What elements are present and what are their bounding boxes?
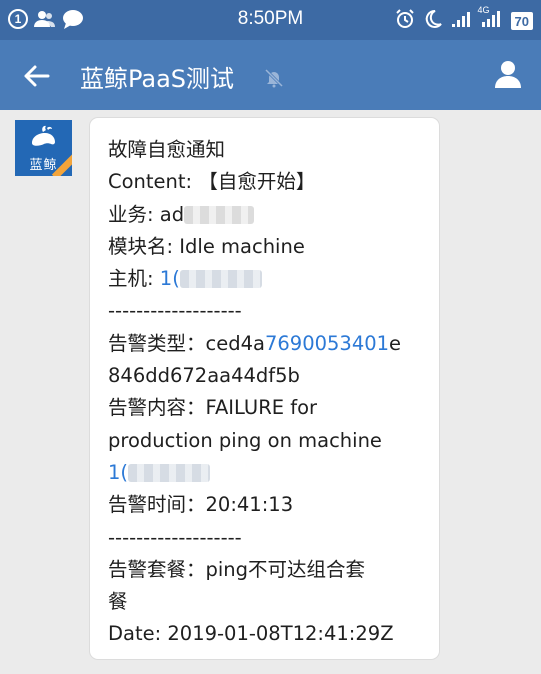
alarm-package-label: 告警套餐： — [108, 557, 206, 581]
alarm-package-line2: 餐 — [108, 590, 128, 614]
profile-icon — [495, 61, 521, 88]
alarm-time-line: 告警时间：20:41:13 — [108, 489, 438, 521]
host-link[interactable]: 1( — [160, 267, 180, 290]
back-arrow-icon — [24, 65, 50, 87]
app-bar: 蓝鲸PaaS测试 — [0, 40, 541, 110]
alarm-package-line: 告警套餐：ping不可达组合套 — [108, 554, 438, 586]
alarm-type-prefix: ced4a — [205, 331, 265, 355]
alarm-time-label: 告警时间： — [108, 493, 206, 517]
message-text: 故障自愈通知 Content: 【自愈开始】 业务: ad 模块名: Idle … — [108, 134, 438, 651]
back-button[interactable] — [20, 60, 52, 92]
alarm-icon — [395, 9, 415, 33]
mute-bell-icon — [264, 68, 284, 88]
business-label: 业务: — [108, 202, 160, 226]
module-label: 模块名: — [108, 234, 180, 258]
battery-level: 70 — [514, 13, 529, 29]
whale-icon — [32, 125, 55, 146]
alarm-type-line2: 846dd672aa44df5b — [108, 364, 300, 388]
content-label: Content: — [108, 170, 199, 194]
network-type-label: 4G — [477, 5, 490, 15]
alarm-content-value: FAILURE for — [205, 396, 318, 420]
alarm-type-label: 告警类型： — [108, 331, 206, 355]
module-value: Idle machine — [179, 234, 305, 258]
alarm-content-line2: production ping on machine — [108, 428, 382, 452]
alarm-type-line: 告警类型：ced4a7690053401e — [108, 328, 438, 360]
moon-icon — [423, 9, 443, 33]
page-title: 蓝鲸PaaS测试 — [80, 65, 235, 93]
host-label: 主机: — [108, 267, 160, 291]
message-title: 故障自愈通知 — [108, 138, 226, 161]
status-bar: 1 8:50PM 4G 70 — [0, 0, 541, 40]
content-line: Content: 【自愈开始】 — [108, 166, 438, 198]
alarm-content-label: 告警内容： — [108, 396, 206, 420]
business-line: 业务: ad — [108, 199, 438, 231]
separator: ------------------- — [108, 299, 242, 323]
alarm-type-link[interactable]: 7690053401 — [265, 332, 389, 355]
separator-2: ------------------- — [108, 525, 242, 549]
status-right-icons: 4G 70 — [395, 5, 533, 33]
module-line: 模块名: Idle machine — [108, 231, 438, 263]
message-bubble[interactable]: 故障自愈通知 Content: 【自愈开始】 业务: ad 模块名: Idle … — [90, 118, 439, 659]
alarm-content-line: 告警内容：FAILURE for — [108, 392, 438, 424]
wifi-icon — [451, 10, 473, 32]
host-line: 主机: 1( — [108, 263, 438, 295]
content-value: 【自愈开始】 — [198, 170, 316, 194]
business-value: ad — [159, 202, 185, 226]
alarm-type-suffix: e — [389, 331, 402, 355]
alarm-time-value: 20:41:13 — [205, 493, 294, 517]
alarm-content-ip-line: 1( — [108, 457, 438, 489]
date-line: Date: 2019-01-08T12:41:29Z — [108, 622, 394, 646]
redacted-ip — [128, 463, 211, 482]
avatar[interactable]: 蓝鲸 — [15, 120, 72, 176]
redacted-business — [184, 205, 255, 224]
alarm-ip-link[interactable]: 1( — [108, 461, 128, 484]
signal-icon: 4G — [478, 5, 503, 32]
alarm-package-value: ping不可达组合套 — [205, 557, 366, 581]
battery-icon: 70 — [510, 12, 533, 30]
profile-button[interactable] — [493, 59, 523, 89]
redacted-host — [179, 270, 262, 289]
